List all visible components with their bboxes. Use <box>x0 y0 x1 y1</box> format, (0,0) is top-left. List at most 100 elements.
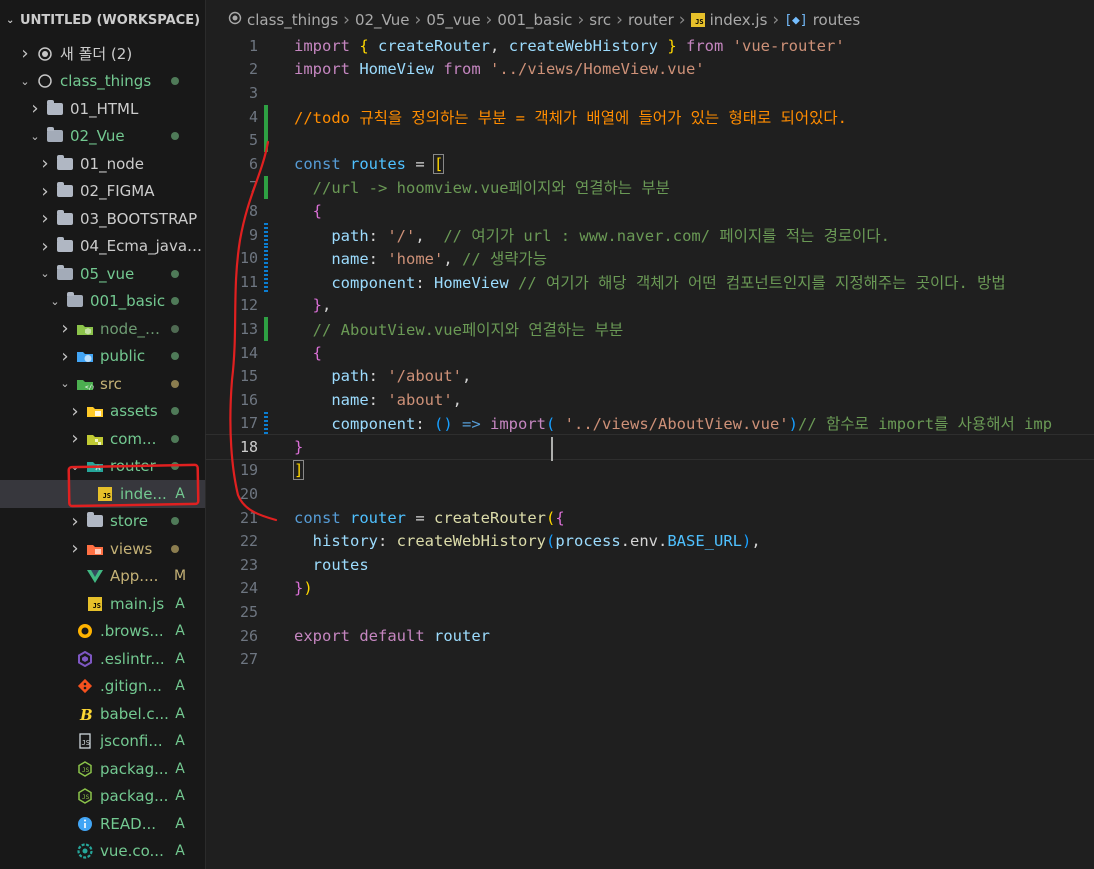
tree-item[interactable]: ›READ...A <box>0 810 205 838</box>
tree-item[interactable]: ›JSpackag...A <box>0 783 205 811</box>
code-line[interactable]: 5 <box>206 128 1094 152</box>
breadcrumb-item[interactable]: 001_basic <box>497 11 572 29</box>
chevron-right-icon[interactable]: › <box>38 181 52 202</box>
code-line[interactable]: 13 // AboutView.vue페이지와 연결하는 부분 <box>206 317 1094 341</box>
breadcrumb-item[interactable]: routes <box>813 11 860 29</box>
tree-item[interactable]: ⌄ class_things <box>0 68 205 96</box>
tree-item[interactable]: › assets <box>0 398 205 426</box>
chevron-down-icon[interactable]: ⌄ <box>68 460 82 473</box>
git-added-marker[interactable] <box>264 104 268 129</box>
code-line[interactable]: 4 //todo 규칙을 정의하는 부분 = 객체가 배열에 들어가 있는 형태로… <box>206 104 1094 129</box>
breadcrumb-item[interactable]: index.js <box>710 11 768 29</box>
git-added-marker[interactable] <box>264 128 268 152</box>
chevron-right-icon[interactable]: › <box>38 153 52 174</box>
breadcrumb-item[interactable]: router <box>628 11 674 29</box>
code-line[interactable]: 9 path: '/', // 여기가 url : www.naver.com/… <box>206 222 1094 247</box>
git-added-marker[interactable] <box>264 317 268 341</box>
git-modified-marker[interactable] <box>264 222 268 247</box>
chevron-down-icon[interactable]: ⌄ <box>18 75 32 88</box>
chevron-right-icon[interactable]: › <box>68 538 82 559</box>
code-line[interactable]: 19] <box>206 459 1094 483</box>
chevron-right-icon[interactable]: › <box>68 511 82 532</box>
tree-item-label: 03_BOOTSTRAP <box>80 209 198 228</box>
chevron-right-icon[interactable]: › <box>68 401 82 422</box>
chevron-down-icon[interactable]: ⌄ <box>48 295 62 308</box>
code-line[interactable]: 12 }, <box>206 294 1094 318</box>
code-line[interactable]: 16 name: 'about', <box>206 388 1094 412</box>
code-line[interactable]: 27 <box>206 647 1094 671</box>
code-line[interactable]: 18} <box>205 434 1094 460</box>
code-line[interactable]: 11 component: HomeView // 여기가 해당 객체가 어떤 … <box>206 269 1094 294</box>
code-line[interactable]: 2 import HomeView from '../views/HomeView… <box>206 58 1094 82</box>
tree-item[interactable]: › store <box>0 508 205 536</box>
code-lines[interactable]: 1 import​ { createRouter, createWebHistor… <box>205 34 1094 671</box>
code-line[interactable]: 14 { <box>206 341 1094 365</box>
git-modified-marker[interactable] <box>264 269 268 294</box>
tree-item[interactable]: ›JSjsconfi...A <box>0 728 205 756</box>
chevron-right-icon[interactable]: › <box>68 428 82 449</box>
tree-item[interactable]: ›JSpackag...A <box>0 755 205 783</box>
tree-item[interactable]: ›vue.co...A <box>0 838 205 866</box>
tree-item[interactable]: › 03_BOOTSTRAP <box>0 205 205 233</box>
code-line[interactable]: 21 const router = createRouter({ <box>206 506 1094 530</box>
tree-item[interactable]: ⌄ 001_basic <box>0 288 205 316</box>
code-line[interactable]: 6 const routes = [ <box>206 152 1094 176</box>
tree-item[interactable]: › node_modu... <box>0 315 205 343</box>
code-editor[interactable]: class_things › 02_Vue › 05_vue › 001_basic › src… <box>205 0 1094 869</box>
tree-item[interactable]: ›JSmain.jsA <box>0 590 205 618</box>
breadcrumb-item[interactable]: class_things <box>247 11 338 29</box>
chevron-right-icon[interactable]: › <box>18 43 32 64</box>
tree-item[interactable]: ›.brows...A <box>0 618 205 646</box>
chevron-right-icon[interactable]: › <box>28 98 42 119</box>
breadcrumb-item[interactable]: 05_vue <box>426 11 480 29</box>
gutter <box>264 435 268 459</box>
tree-item[interactable]: ›.gitign...A <box>0 673 205 701</box>
chevron-right-icon[interactable]: › <box>38 236 52 257</box>
tree-item[interactable]: › 02_FIGMA <box>0 178 205 206</box>
tree-item[interactable]: › 01_HTML <box>0 95 205 123</box>
code-line[interactable]: 26 export default router <box>206 624 1094 648</box>
tree-item[interactable]: › views <box>0 535 205 563</box>
code-line[interactable]: 23 routes <box>206 553 1094 577</box>
breadcrumb-item[interactable]: src <box>589 11 611 29</box>
git-added-marker[interactable] <box>264 175 268 200</box>
code-line[interactable]: 1 import​ { createRouter, createWebHistor… <box>206 34 1094 58</box>
git-modified-marker[interactable] <box>264 411 268 436</box>
chevron-down-icon[interactable]: ⌄ <box>38 267 52 280</box>
code-line[interactable]: 8 { <box>206 199 1094 223</box>
code-line[interactable]: 15 path: '/about', <box>206 364 1094 388</box>
chevron-right-icon[interactable]: › <box>58 346 72 367</box>
chevron-down-icon[interactable]: ⌄ <box>58 377 72 390</box>
tree-item[interactable]: ›App....M <box>0 563 205 591</box>
workspace-header[interactable]: ⌄ UNTITLED (WORKSPACE) <box>0 0 205 40</box>
tree-item[interactable]: ›Bbabel.c...A <box>0 700 205 728</box>
line-number: 16 <box>239 390 258 409</box>
tree-item[interactable]: ⌄ </> src <box>0 370 205 398</box>
code-line[interactable]: 17 component: () => import( '../views/Ab… <box>206 411 1094 436</box>
tree-item[interactable]: ⌄ router <box>0 453 205 481</box>
breadcrumb-item[interactable]: 02_Vue <box>355 11 410 29</box>
code-line[interactable]: 25 <box>206 600 1094 624</box>
code-line[interactable]: 20 <box>206 482 1094 506</box>
git-modified-marker[interactable] <box>264 246 268 270</box>
tree-item[interactable]: › 04_Ecma_javas... <box>0 233 205 261</box>
tree-item[interactable]: ⌄ 02_Vue <box>0 123 205 151</box>
code-line[interactable]: 3 <box>206 81 1094 105</box>
chevron-right-icon[interactable]: › <box>38 208 52 229</box>
code-line[interactable]: 22 history: createWebHistory(process.env… <box>206 529 1094 553</box>
tree-item-label: 새 폴더 (2) <box>60 45 133 64</box>
code-line[interactable]: 7 //url -> hoomview.vue페이지와 연결하는 부분 <box>206 175 1094 200</box>
code-line[interactable]: 10 name: 'home', // 생략가능 <box>206 246 1094 270</box>
chevron-right-icon[interactable]: › <box>58 318 72 339</box>
npm-json-icon: JS <box>76 760 94 777</box>
tree-item[interactable]: ›JSinde...A <box>0 480 205 508</box>
tree-item[interactable]: › 새 폴더 (2) <box>0 40 205 68</box>
tree-item[interactable]: › 01_node <box>0 150 205 178</box>
tree-item[interactable]: ›.eslintr...A <box>0 645 205 673</box>
tree-item[interactable]: ⌄ 05_vue <box>0 260 205 288</box>
tree-item[interactable]: › public <box>0 343 205 371</box>
code-line[interactable]: 24}) <box>206 577 1094 601</box>
chevron-down-icon[interactable]: ⌄ <box>28 130 42 143</box>
tree-item[interactable]: › com... <box>0 425 205 453</box>
git-status-badge: A <box>175 815 185 832</box>
